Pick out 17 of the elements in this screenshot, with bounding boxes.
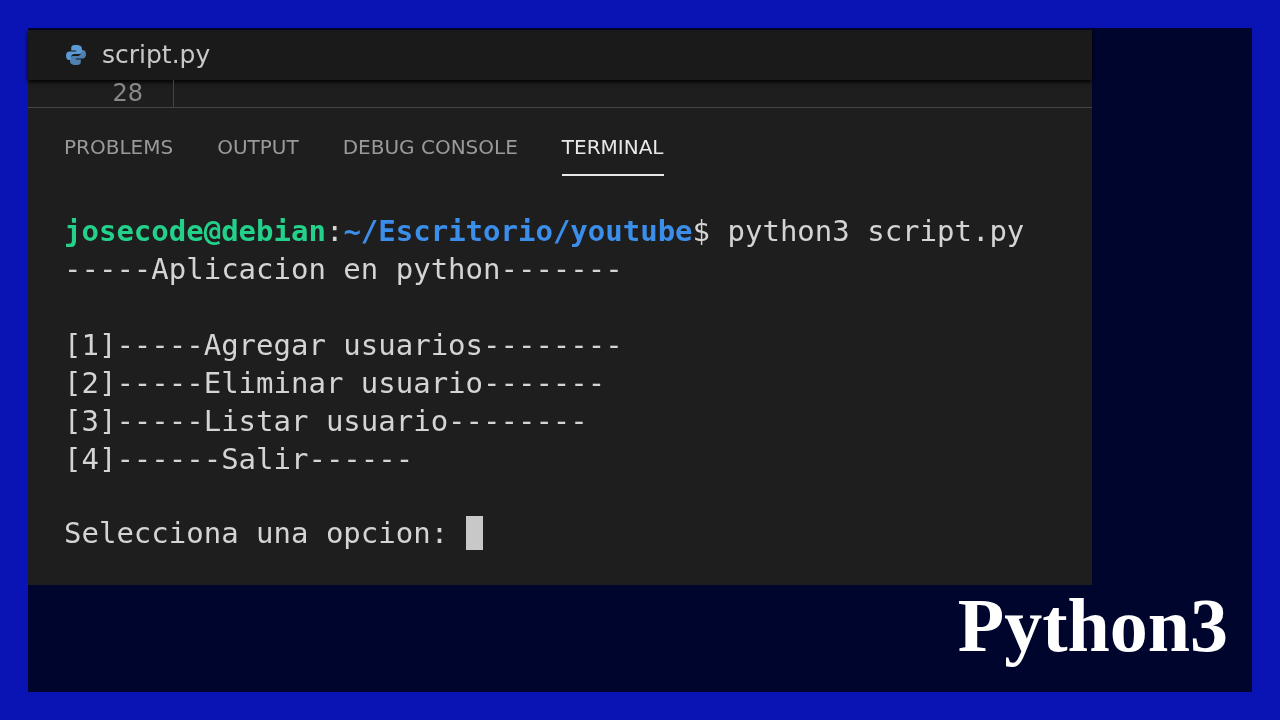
- prompt-user: josecode@debian: [64, 213, 326, 250]
- terminal-output-line: [3]-----Listar usuario--------: [64, 403, 589, 440]
- panel-tab[interactable]: OUTPUT: [217, 132, 299, 176]
- terminal-output-line: [4]------Salir------: [64, 441, 415, 478]
- terminal-output-line: -----Aplicacion en python-------: [64, 251, 624, 288]
- prompt-separator: :: [325, 213, 344, 250]
- terminal-output-line: [2]-----Eliminar usuario-------: [64, 365, 607, 402]
- panel-tab[interactable]: DEBUG CONSOLE: [342, 132, 518, 176]
- python-logo-icon: [64, 43, 88, 67]
- line-number: 28: [112, 80, 143, 107]
- file-tab[interactable]: script.py: [102, 36, 211, 74]
- panel-tab[interactable]: PROBLEMS: [64, 132, 174, 176]
- terminal-command: $ python3 script.py: [692, 213, 1025, 250]
- terminal-input-prompt: Selecciona una opcion:: [64, 515, 450, 552]
- prompt-path: ~/Escritorio/youtube: [343, 213, 693, 250]
- terminal-output-line: [1]-----Agregar usuarios--------: [64, 327, 624, 364]
- panel-tab[interactable]: TERMINAL: [561, 132, 664, 176]
